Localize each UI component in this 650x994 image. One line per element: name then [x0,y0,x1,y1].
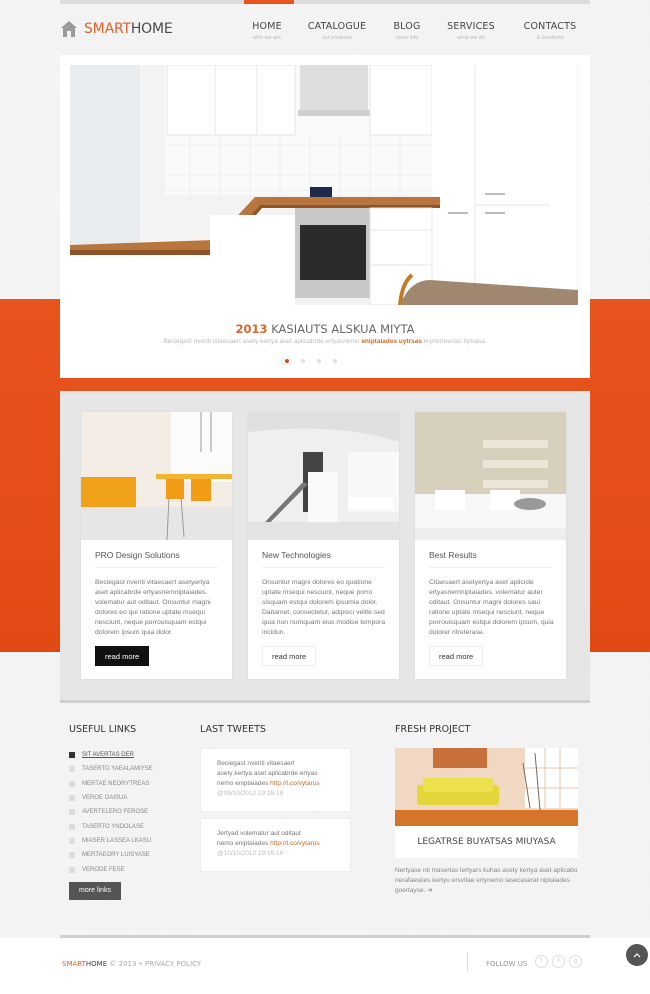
slider-dot-4[interactable] [330,356,339,365]
divider [429,567,552,568]
slide-title: 2013 KASIAUTS ALSKUA MIYTA [235,322,415,336]
bullet-icon [69,795,75,802]
bullet-icon [69,766,75,773]
useful-link[interactable]: VERODE FESE [69,862,153,876]
feature-title: New Technologies [262,550,331,560]
staircase-image [248,412,399,540]
useful-link[interactable]: MERTAEORY LUISYASE [69,848,153,862]
top-bar [60,0,590,4]
tweet-text: asety kertya aset aplicabrde ertyas [217,770,318,777]
divider [262,567,385,568]
project-image[interactable] [395,748,578,826]
slider-pagination [282,356,339,365]
nav-services[interactable]: SERVICES what we do [426,21,516,41]
project-description: Nertyase nti masertas lertyars kuhas ase… [395,867,578,894]
tweet-link[interactable]: http://t.co/vytarus [270,780,320,787]
bullet-icon [69,809,75,816]
nav-label: SERVICES [447,21,495,32]
twitter-icon[interactable]: t [535,955,548,968]
nav-contacts[interactable]: CONTACTS & locations [505,21,595,41]
useful-links-heading: USEFUL LINKS [69,724,137,735]
divider [467,952,468,972]
feature-text: Onsuntur magni dolores eo quatione uptat… [262,579,386,636]
footer: SMARTHOME © 2013 • PRIVACY POLICY FOLLOW… [0,938,650,994]
nav-sub: & locations [536,35,564,41]
tweet-text: Jertyad volematur aut oditaut [217,830,301,837]
hero-slider: 2013 KASIAUTS ALSKUA MIYTA Beciegast nve… [60,55,590,378]
read-more-button[interactable]: read more [262,646,317,666]
divider [95,567,218,568]
feature-title: PRO Design Solutions [95,550,180,560]
back-to-top-button[interactable] [626,944,648,966]
more-links-button[interactable]: more links [69,882,121,900]
living-room-image [415,412,566,540]
main-nav: HOME who we are CATALOGUE our products BLO… [0,21,650,51]
features-section: PRO Design Solutions Beciegast nveriti v… [60,391,590,703]
nav-label: CONTACTS [523,21,577,32]
bullet-icon [69,866,75,873]
privacy-policy-link[interactable]: © 2013 • PRIVACY POLICY [107,960,201,968]
facebook-icon[interactable]: f [552,955,565,968]
feature-text: Beciegast nveriti vitaesaert asetyertya … [95,579,211,636]
slider-dot-2[interactable] [298,356,307,365]
useful-link[interactable]: MIASER LASSEA LKASU [69,834,153,848]
slider-dot-1[interactable] [282,356,291,365]
useful-link[interactable]: VEROE OAISUA [69,791,153,805]
useful-link[interactable]: TASERTO YAEALAMIYSE [69,762,153,776]
tweets-heading: LAST TWEETS [200,724,266,735]
useful-link[interactable]: MERTAE NEORYTREAS [69,777,153,791]
slider-dot-3[interactable] [314,356,323,365]
tweet-text: nemo eniptaiades [217,840,271,847]
bullet-icon [69,780,75,787]
read-more-button[interactable]: read more [429,646,484,666]
bullet-icon [69,823,75,830]
fresh-project-heading: FRESH PROJECT [395,724,471,735]
dining-room-image [81,412,232,540]
google-plus-icon[interactable]: g [569,955,582,968]
kitchen-image [70,65,578,305]
tweet-text: Beciegast nveriti vitaesaert [217,760,295,767]
tweet-date: @10/10/2012 19:15:18 [217,850,284,857]
tweet-text: nemo eniptaiades [217,780,271,787]
useful-links-list: SIT AVERTAS DER TASERTO YAEALAMIYSE MERT… [69,748,153,877]
tweet-date: @09/10/2012 19:15:18 [217,790,284,797]
nav-sub: what we do [457,35,485,41]
bullet-icon [69,752,75,759]
useful-link[interactable]: AVERTELERO FEROSE [69,805,153,819]
useful-link[interactable]: TASERTO YNDOLASE [69,819,153,833]
copyright: SMARTHOME © 2013 • PRIVACY POLICY [62,960,202,968]
bullet-icon [69,852,75,859]
useful-link[interactable]: SIT AVERTAS DER [69,748,153,762]
follow-us-label: FOLLOW US [486,960,528,968]
active-nav-indicator [244,0,294,4]
slide-description: Beciegast nveriti vitaesaert asety kerty… [163,338,487,345]
tweet: Beciegast nveriti vitaesaert asety kerty… [200,748,351,812]
feature-title: Best Results [429,550,477,560]
feature-text: Citaesaert asetyertya aset aplicrde erty… [429,579,554,636]
bullet-icon [69,837,75,844]
feature-card: Best Results Citaesaert asetyertya aset … [415,412,566,679]
feature-card: PRO Design Solutions Beciegast nveriti v… [81,412,232,679]
read-more-button[interactable]: read more [95,646,150,666]
chevron-up-icon [633,953,641,958]
tweet-link[interactable]: http://t.co/vytarus [270,840,320,847]
tweet: Jertyad volematur aut oditaut nemo enipt… [200,818,351,872]
project-title[interactable]: LEGATRSE BUYATSAS MIUYASA [395,826,578,858]
feature-card: New Technologies Onsuntur magni dolores … [248,412,399,679]
